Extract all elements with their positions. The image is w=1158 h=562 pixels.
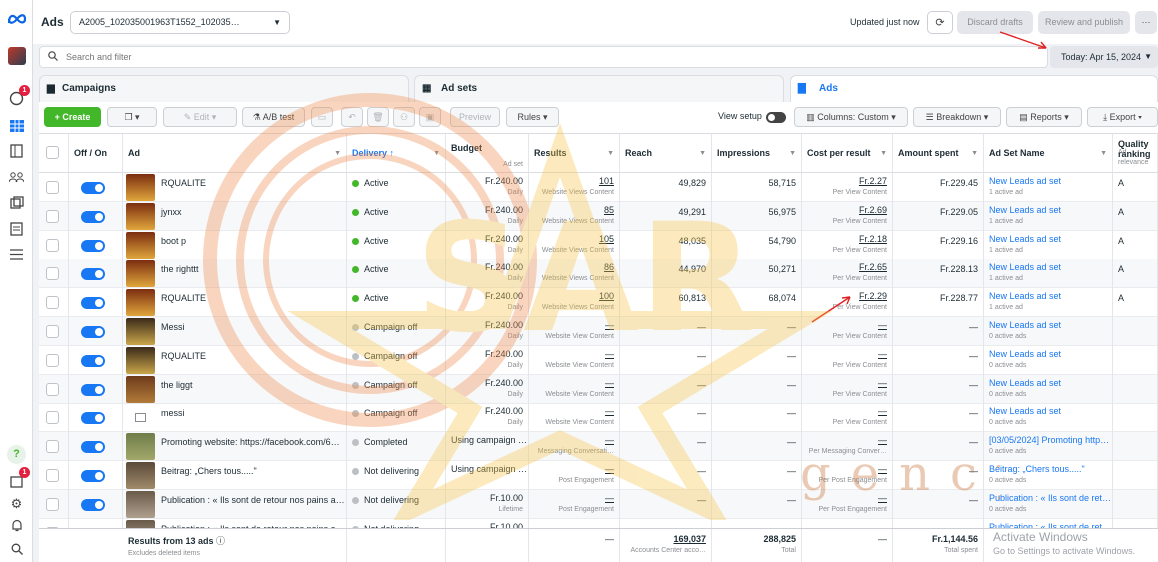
ads-manager: 1 ? 1 ⚙ Ads A2005_102035001963T1552_1020… (0, 0, 1158, 562)
arrow-to-cpr (811, 296, 851, 323)
arrow-to-cpr-head (841, 296, 851, 305)
arrow-to-date (999, 31, 1047, 49)
annotation-arrows (811, 31, 1047, 323)
windows-activation-notice: Activate Windows Go to Settings to activ… (993, 530, 1136, 556)
